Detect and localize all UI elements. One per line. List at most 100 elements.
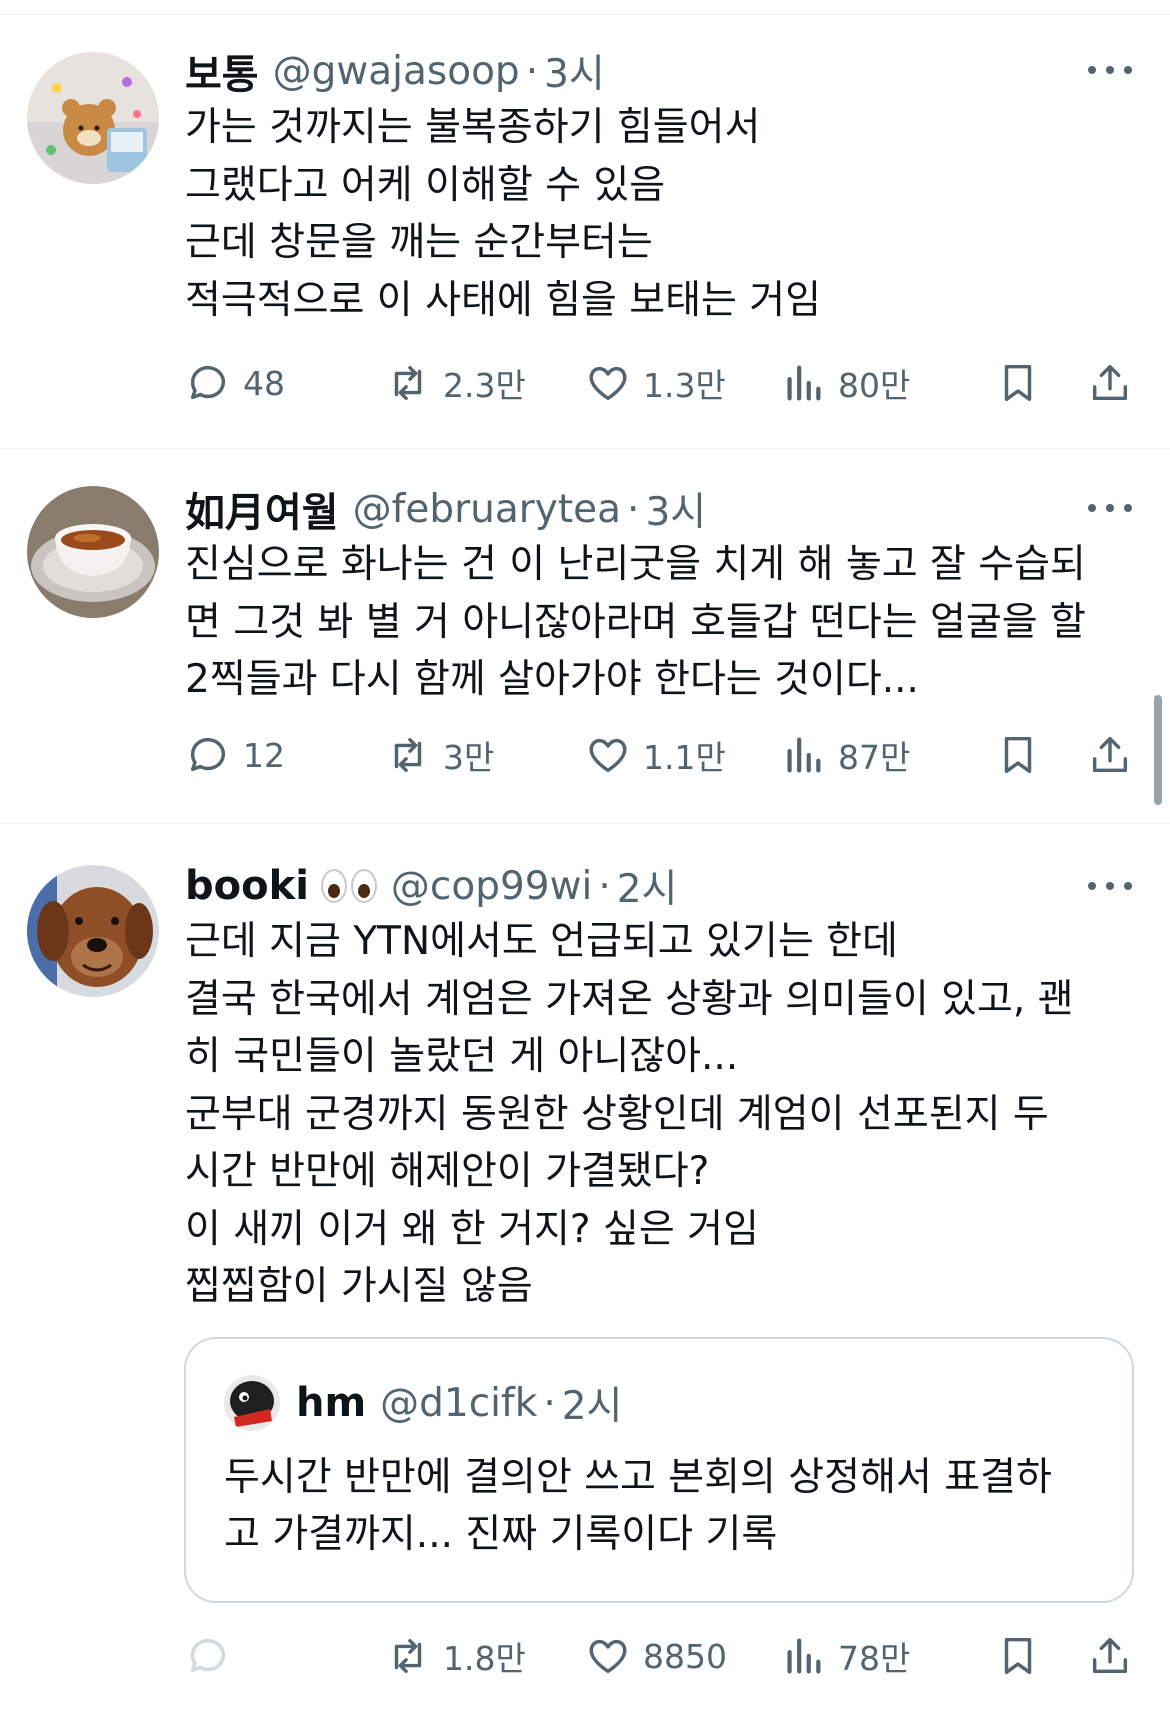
like-button[interactable]: 1.1만 <box>585 730 726 780</box>
heart-icon <box>589 1639 627 1674</box>
share-button[interactable] <box>1087 730 1133 780</box>
timestamp[interactable]: 3시 <box>544 43 605 99</box>
tweet-text: 가는 것까지는 불복종하기 힘들어서 그랬다고 어케 이해할 수 있음 근데 창… <box>185 99 1135 329</box>
text-line: 찝찝함이 가시질 않음 <box>185 1264 533 1309</box>
views-count: 87만 <box>838 738 911 777</box>
timestamp[interactable]: 2시 <box>617 858 678 914</box>
more-options-icon[interactable] <box>1088 60 1132 80</box>
bookmark-button[interactable] <box>995 1631 1041 1681</box>
like-button[interactable]: 8850 <box>585 1631 727 1681</box>
avatar[interactable] <box>27 486 159 618</box>
user-handle[interactable]: @cop99wi <box>391 864 592 909</box>
quoted-header: hm @d1cifk · 2시 <box>296 1377 622 1429</box>
retweet-icon <box>394 365 422 401</box>
retweet-count: 3만 <box>443 738 495 777</box>
retweet-button[interactable]: 3만 <box>385 730 494 780</box>
scrollbar[interactable] <box>1154 695 1162 805</box>
text-line: 진심으로 화나는 건 이 난리굿을 치게 해 놓고 잘 수습되 <box>185 542 1086 587</box>
share-icon <box>1092 1637 1128 1674</box>
tweet-text: 근데 지금 YTN에서도 언급되고 있기는 한데 결국 한국에서 계엄은 가져온… <box>185 913 1135 1316</box>
views-icon <box>787 1638 821 1674</box>
views-button[interactable]: 78만 <box>780 1631 910 1681</box>
share-icon <box>1092 736 1128 773</box>
quoted-user-handle[interactable]: @d1cifk <box>380 1381 537 1426</box>
bookmark-icon <box>1004 364 1032 402</box>
views-count: 78만 <box>838 1639 911 1678</box>
heart-icon <box>589 738 627 773</box>
retweet-icon <box>394 737 422 773</box>
tweet-2[interactable]: 如月여월 @februarytea · 3시 진심으로 화나는 건 이 난리굿을… <box>0 448 1170 823</box>
like-count: 1.1만 <box>643 738 726 777</box>
text-line: 근데 지금 YTN에서도 언급되고 있기는 한데 <box>185 919 898 964</box>
reply-button[interactable]: 48 <box>185 358 285 408</box>
bookmark-icon <box>1004 1637 1032 1675</box>
retweet-count: 1.8만 <box>443 1639 526 1678</box>
tweet-header: booki @cop99wi · 2시 <box>185 858 678 914</box>
reply-icon <box>190 1639 226 1673</box>
bookmark-icon <box>1004 736 1032 774</box>
text-line: 군부대 군경까지 동원한 상황인데 계엄이 선포된지 두 <box>185 1091 1049 1137</box>
avatar[interactable] <box>27 52 159 184</box>
eyes-emoji-icon <box>320 869 377 903</box>
separator-dot: · <box>598 863 611 909</box>
separator-dot: · <box>543 1380 556 1426</box>
action-bar: 48 2.3만 1.3만 80만 <box>185 358 1135 408</box>
text-line: 적극적으로 이 사태에 힘을 보태는 거임 <box>185 277 822 323</box>
reply-button[interactable]: 12 <box>185 730 285 780</box>
quoted-text: 두시간 반만에 결의안 쓰고 본회의 상정해서 표결하 고 가결까지... 진짜… <box>224 1449 1104 1563</box>
quoted-display-name[interactable]: hm <box>296 1380 366 1426</box>
user-handle[interactable]: @gwajasoop <box>273 49 520 94</box>
text-line: 이 새끼 이거 왜 한 거지? 싶은 거임 <box>185 1206 759 1252</box>
like-button[interactable]: 1.3만 <box>585 358 726 408</box>
reply-count: 12 <box>243 735 285 775</box>
user-handle[interactable]: @februarytea <box>353 487 621 532</box>
avatar[interactable] <box>27 865 159 997</box>
share-icon <box>1092 364 1128 401</box>
bookmark-button[interactable] <box>995 730 1041 780</box>
more-options-icon[interactable] <box>1088 876 1132 896</box>
like-count: 8850 <box>643 1636 727 1676</box>
views-count: 80만 <box>838 366 911 405</box>
text-line: 그랬다고 어케 이해할 수 있음 <box>185 162 666 208</box>
like-count: 1.3만 <box>643 366 726 405</box>
views-icon <box>787 365 821 401</box>
timestamp[interactable]: 3시 <box>645 481 706 537</box>
heart-icon <box>589 366 627 401</box>
reply-button[interactable] <box>185 1631 243 1681</box>
action-bar: 1.8만 8850 78만 <box>185 1631 1135 1681</box>
quoted-avatar[interactable] <box>224 1375 280 1431</box>
text-line: 시간 반만에 해제안이 가결됐다? <box>185 1149 710 1194</box>
views-icon <box>787 737 821 773</box>
tweet-1[interactable]: 보통 @gwajasoop · 3시 가는 것까지는 불복종하기 힘들어서 그랬… <box>0 0 1170 455</box>
views-button[interactable]: 80만 <box>780 358 910 408</box>
more-options-icon[interactable] <box>1088 498 1132 518</box>
retweet-button[interactable]: 1.8만 <box>385 1631 526 1681</box>
retweet-icon <box>394 1638 422 1674</box>
display-name[interactable]: 보통 <box>185 42 259 100</box>
tweet-header: 如月여월 @februarytea · 3시 <box>185 481 706 537</box>
action-bar: 12 3만 1.1만 87만 <box>185 730 1135 780</box>
quoted-tweet-card[interactable]: hm @d1cifk · 2시 두시간 반만에 결의안 쓰고 본회의 상정해서 … <box>184 1337 1134 1603</box>
separator-dot: · <box>627 486 640 532</box>
tweet-header: 보통 @gwajasoop · 3시 <box>185 43 605 99</box>
display-name[interactable]: booki <box>185 863 309 909</box>
text-line: 근데 창문을 깨는 순간부터는 <box>185 220 653 265</box>
text-line: 2찍들과 다시 함께 살아가야 한다는 것이다... <box>185 657 919 702</box>
retweet-button[interactable]: 2.3만 <box>385 358 526 408</box>
bookmark-button[interactable] <box>995 358 1041 408</box>
tweet-text: 진심으로 화나는 건 이 난리굿을 치게 해 놓고 잘 수습되 면 그것 봐 별… <box>185 536 1135 709</box>
reply-icon <box>190 366 226 400</box>
tweet-3[interactable]: booki @cop99wi · 2시 근데 지금 YTN에서도 언급되고 있기… <box>0 823 1170 1716</box>
text-line: 고 가결까지... 진짜 기록이다 기록 <box>224 1512 778 1557</box>
text-line: 히 국민들이 놀랐던 게 아니잖아... <box>185 1034 739 1079</box>
quoted-timestamp[interactable]: 2시 <box>562 1375 623 1431</box>
share-button[interactable] <box>1087 1631 1133 1681</box>
text-line: 면 그것 봐 별 거 아니잖아라며 호들갑 떤다는 얼굴을 할 <box>185 599 1086 645</box>
reply-icon <box>190 738 226 772</box>
views-button[interactable]: 87만 <box>780 730 910 780</box>
display-name[interactable]: 如月여월 <box>185 480 339 538</box>
separator-dot: · <box>525 48 539 94</box>
share-button[interactable] <box>1087 358 1133 408</box>
text-line: 결국 한국에서 계엄은 가져온 상황과 의미들이 있고, 괜 <box>185 976 1074 1022</box>
retweet-count: 2.3만 <box>443 366 526 405</box>
